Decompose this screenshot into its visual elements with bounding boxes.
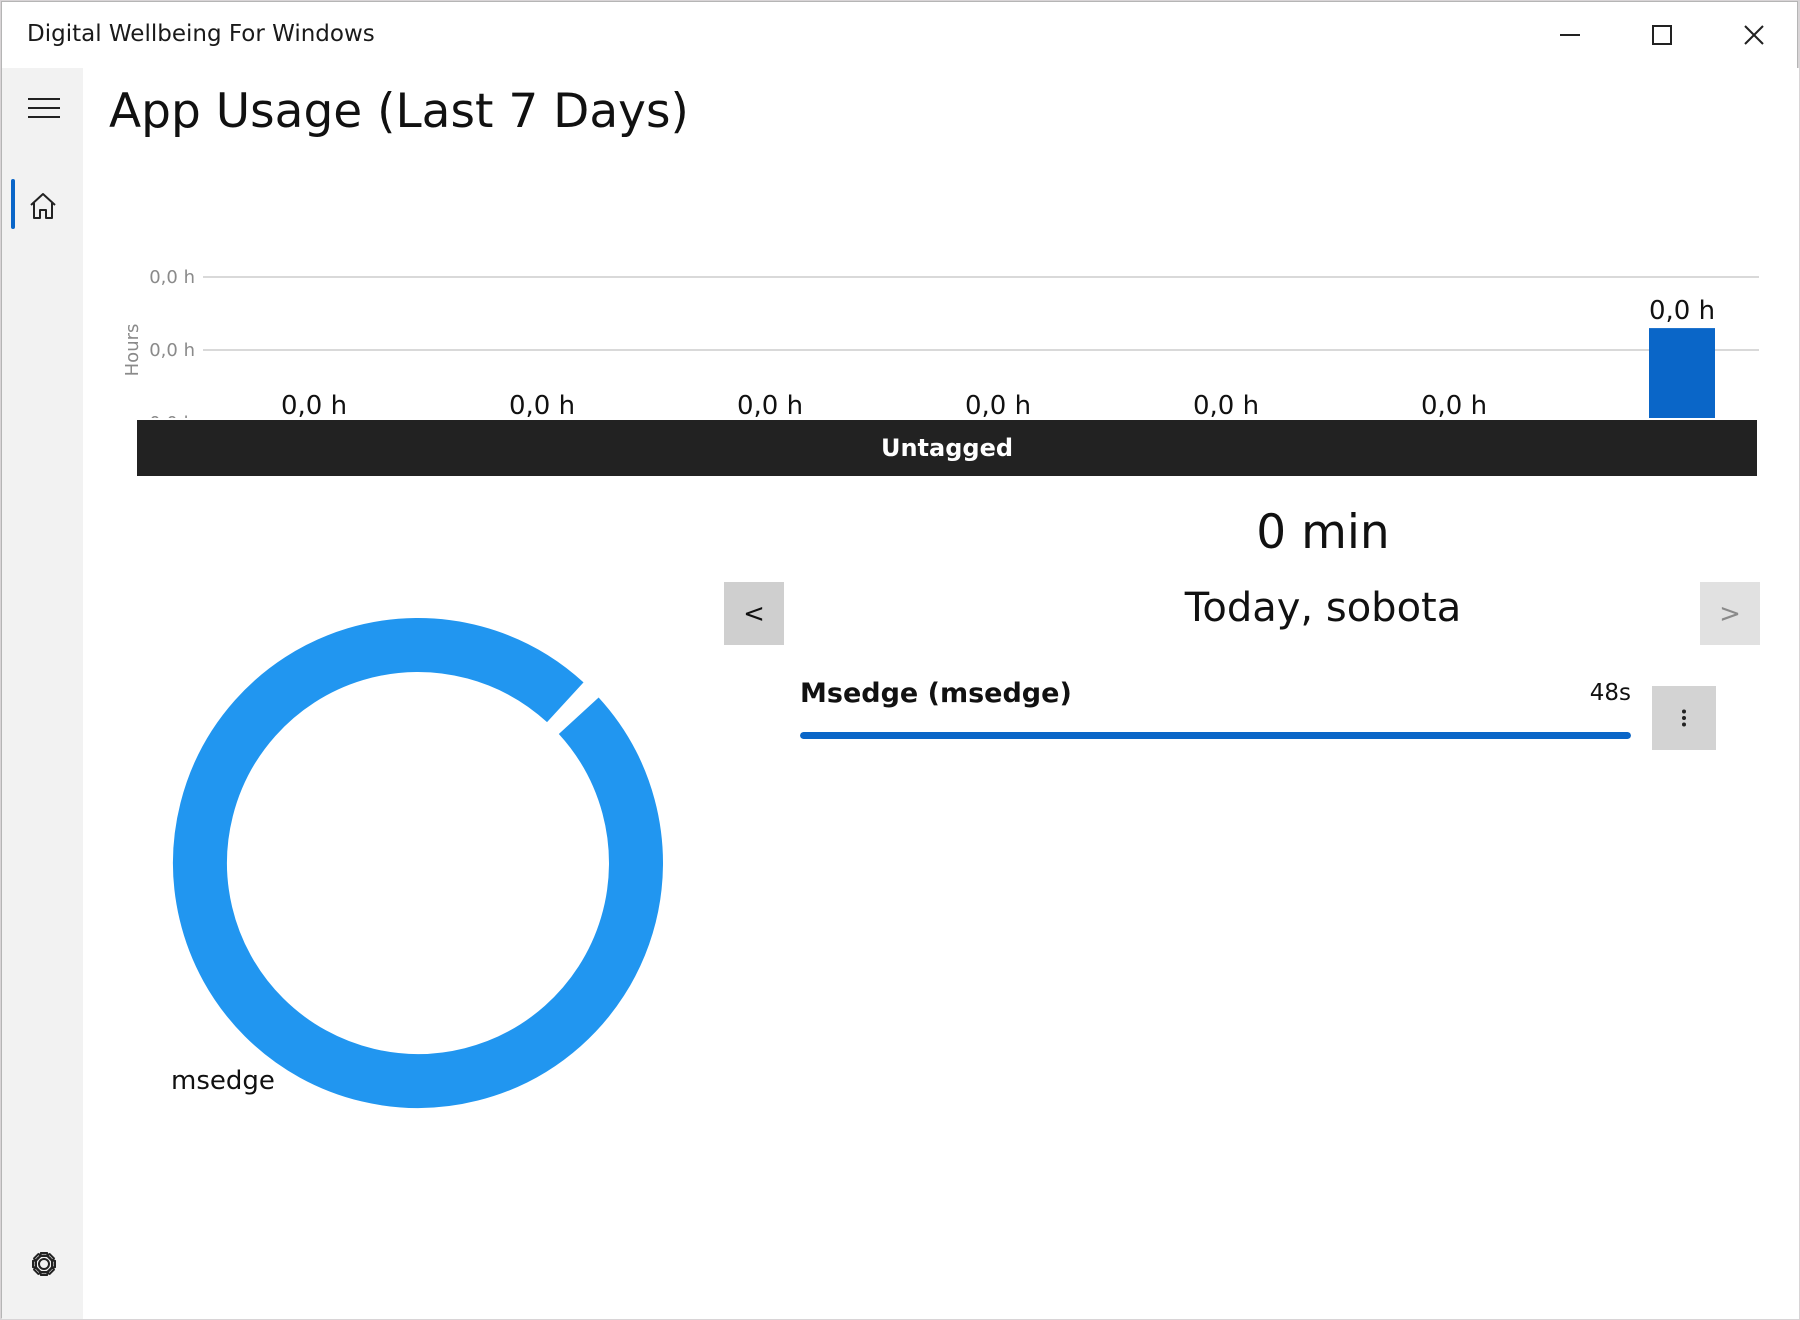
y-tick-label: 0,0 h — [149, 340, 195, 361]
app-usage-row[interactable]: Msedge (msedge) 48s — [800, 678, 1716, 768]
previous-day-button[interactable]: < — [724, 582, 784, 645]
app-usage-progress-fill — [800, 732, 1631, 739]
app-more-options-button[interactable] — [1652, 686, 1716, 750]
maximize-button[interactable] — [1616, 2, 1708, 68]
bar-value-label: 0,0 h — [1649, 296, 1715, 326]
bar-value-label: 0,0 h — [1193, 391, 1259, 418]
gear-icon — [32, 1252, 56, 1276]
title-bar[interactable]: Digital Wellbeing For Windows — [2, 2, 1797, 68]
y-tick-label: 0,0 h — [149, 413, 195, 418]
chart-bars — [1649, 328, 1715, 418]
y-tick-label: 0,0 h — [149, 267, 195, 288]
main-content: App Usage (Last 7 Days) Hours 0,0 h 0,0 h… — [83, 68, 1799, 1319]
next-day-button[interactable]: > — [1700, 582, 1760, 645]
home-icon — [30, 193, 56, 219]
more-vertical-icon — [1682, 709, 1686, 727]
nav-item-home[interactable] — [12, 179, 73, 229]
hamburger-menu-button[interactable] — [12, 84, 73, 134]
app-window: Digital Wellbeing For Windows App Usage … — [1, 1, 1799, 1319]
y-axis-label: Hours — [122, 324, 143, 377]
app-name: Msedge (msedge) — [800, 678, 1072, 709]
y-axis-ticks: 0,0 h 0,0 h 0,0 h — [149, 267, 195, 418]
bar-value-label: 0,0 h — [1421, 391, 1487, 418]
bar-value-label: 0,0 h — [965, 391, 1031, 418]
minimize-icon — [1560, 34, 1580, 36]
bar-so[interactable] — [1649, 328, 1715, 418]
donut-slice-label: msedge — [171, 1066, 275, 1096]
bar-value-label: 0,0 h — [509, 391, 575, 418]
bar-value-label: 0,0 h — [281, 391, 347, 418]
close-button[interactable] — [1708, 2, 1800, 68]
weekly-usage-chart: Hours 0,0 h0,0 h 0,0 h 0,0 h 0,0 h 0,0 h 0,0… — [122, 267, 1759, 418]
app-usage-donut-chart — [173, 618, 663, 1108]
bar-value-label: 0,0 h — [737, 391, 803, 418]
untagged-tag-button[interactable]: Untagged — [137, 420, 1757, 476]
total-usage-time: 0 min — [1256, 505, 1390, 560]
donut-slice-msedge[interactable] — [173, 618, 663, 1108]
chart-value-labels: 0,0 h 0,0 h 0,0 h 0,0 h 0,0 h 0,0 h 0,0 h — [281, 296, 1715, 418]
selected-day-label: Today, sobota — [1184, 585, 1462, 631]
close-icon — [1744, 25, 1764, 45]
minimize-button[interactable] — [1524, 2, 1616, 68]
app-usage-progress — [800, 732, 1631, 739]
maximize-icon — [1652, 25, 1672, 45]
app-duration: 48s — [1589, 680, 1631, 706]
navigation-sidebar — [2, 68, 83, 1319]
window-title: Digital Wellbeing For Windows — [27, 21, 375, 47]
settings-button[interactable] — [12, 1236, 73, 1286]
hamburger-menu-icon — [28, 98, 60, 118]
page-title: App Usage (Last 7 Days) — [109, 84, 689, 139]
